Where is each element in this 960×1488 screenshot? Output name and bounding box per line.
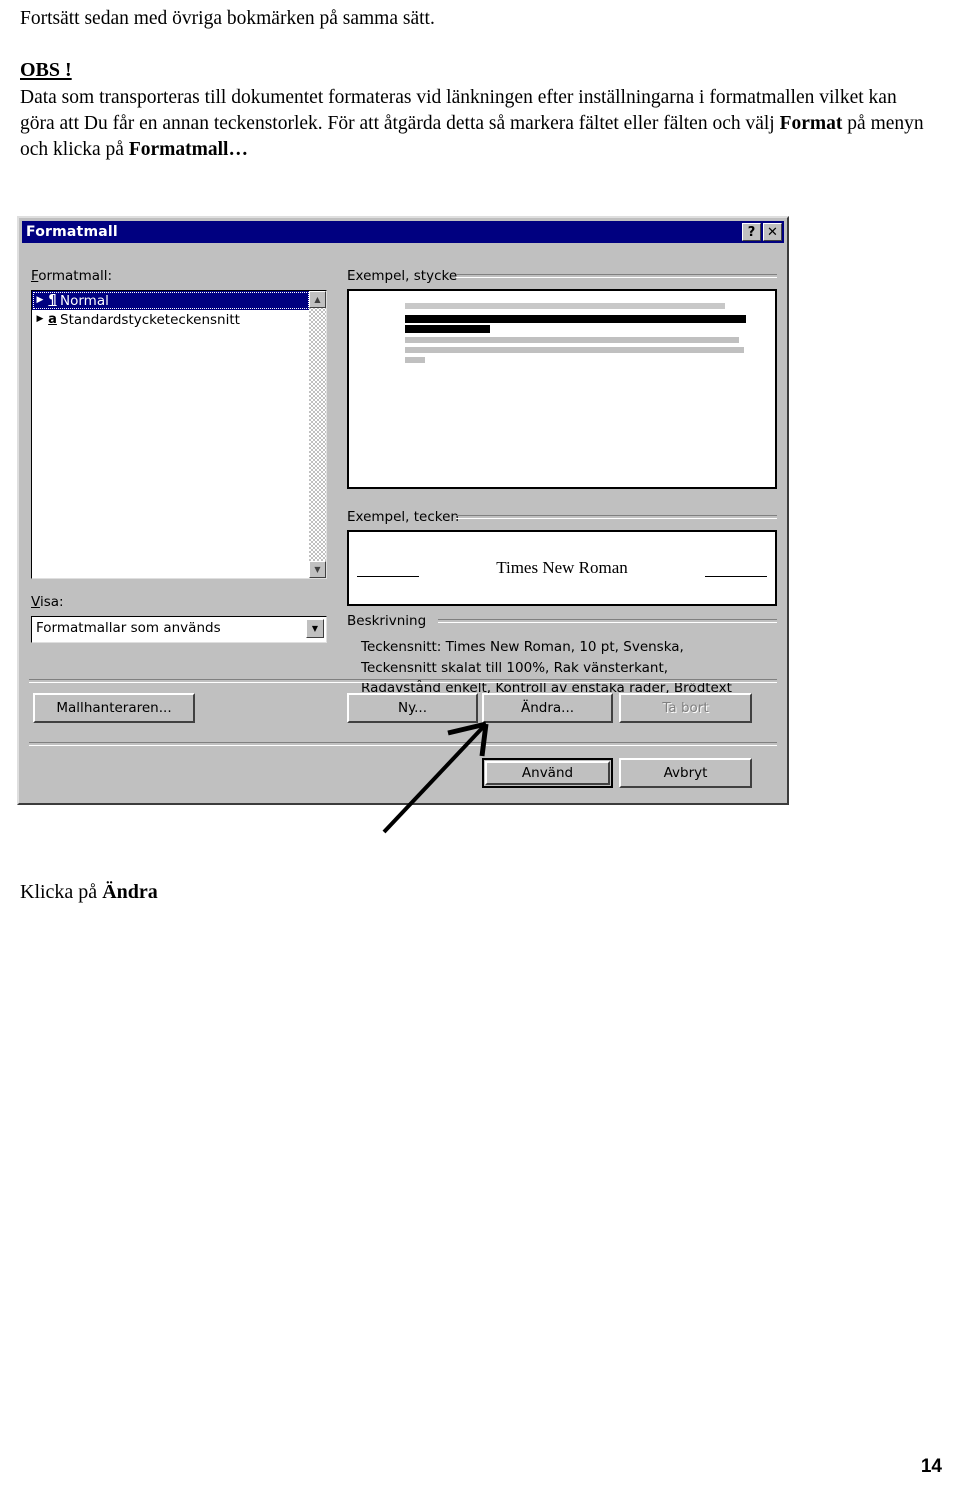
caption-prefix: Klicka på bbox=[20, 881, 103, 903]
section-divider bbox=[29, 742, 777, 746]
delete-style-button: Ta bort bbox=[619, 693, 752, 723]
apply-button-label: Använd bbox=[521, 765, 574, 781]
scroll-up-icon[interactable]: ▲ bbox=[309, 291, 326, 308]
description-text: Teckensnitt: Times New Roman, 10 pt, Sve… bbox=[361, 637, 791, 699]
visa-combobox[interactable]: Formatmallar som används ▼ bbox=[31, 616, 327, 643]
caption-bold: Ändra bbox=[102, 881, 158, 903]
section-divider bbox=[29, 679, 777, 683]
sample-rule-right bbox=[705, 576, 767, 577]
list-item[interactable]: ▶ a Standardstycketeckensnitt bbox=[32, 310, 326, 329]
pilcrow-icon: ¶ bbox=[48, 293, 57, 308]
dialog-titlebar: Formatmall ? ✕ bbox=[22, 221, 784, 243]
help-icon[interactable]: ? bbox=[742, 223, 761, 241]
dialog-title: Formatmall bbox=[26, 224, 118, 240]
greeked-text-line bbox=[405, 337, 739, 343]
paragraph-preview-label: Exempel, stycke bbox=[347, 268, 458, 284]
modify-style-button-label: Ändra... bbox=[520, 700, 575, 716]
greeked-text-line bbox=[405, 325, 490, 333]
group-divider bbox=[438, 619, 777, 623]
description-label: Beskrivning bbox=[347, 613, 427, 629]
obs-paragraph: Data som transporteras till dokumentet f… bbox=[20, 85, 928, 163]
character-sample-text: Times New Roman bbox=[496, 558, 628, 577]
chevron-down-icon[interactable]: ▼ bbox=[306, 619, 324, 638]
description-line: Teckensnitt skalat till 100%, Rak vänste… bbox=[361, 659, 669, 676]
new-style-button-label: Ny... bbox=[397, 700, 428, 716]
greeked-text-line bbox=[405, 315, 746, 323]
organizer-button[interactable]: Mallhanteraren... bbox=[33, 693, 195, 723]
scroll-down-icon[interactable]: ▼ bbox=[309, 561, 326, 578]
new-style-button[interactable]: Ny... bbox=[347, 693, 478, 723]
description-line: Teckensnitt: Times New Roman, 10 pt, Sve… bbox=[361, 639, 684, 655]
character-preview: Times New Roman bbox=[347, 530, 777, 606]
expand-triangle-icon: ▶ bbox=[36, 295, 44, 305]
visa-combobox-value: Formatmallar som används bbox=[36, 620, 221, 636]
list-item-label: Normal bbox=[60, 292, 109, 309]
cancel-button-label: Avbryt bbox=[663, 765, 708, 781]
greeked-text-line bbox=[405, 303, 725, 309]
character-style-icon: a bbox=[48, 312, 57, 327]
modify-style-button[interactable]: Ändra... bbox=[482, 693, 613, 723]
formatmall-dialog: Formatmall ? ✕ Formatmall: ▶ ¶ Normal ▶ … bbox=[17, 216, 789, 805]
style-listbox[interactable]: ▶ ¶ Normal ▶ a Standardstycketeckensnitt… bbox=[31, 290, 327, 579]
group-divider bbox=[456, 515, 777, 519]
greeked-text-line bbox=[405, 357, 425, 363]
cancel-button[interactable]: Avbryt bbox=[619, 758, 752, 788]
obs-text-part-1: Data som transporteras till dokumentet f… bbox=[20, 87, 897, 134]
paragraph-preview bbox=[347, 289, 777, 489]
page-number: 14 bbox=[920, 1456, 942, 1477]
intro-paragraph: Fortsätt sedan med övriga bokmärken på s… bbox=[20, 8, 435, 29]
style-list-scrollbar[interactable]: ▲ ▼ bbox=[309, 291, 326, 578]
list-item-label: Standardstycketeckensnitt bbox=[60, 311, 240, 328]
greeked-text-line bbox=[405, 347, 744, 353]
obs-bold-format: Format bbox=[779, 113, 843, 134]
list-item[interactable]: ▶ ¶ Normal bbox=[32, 291, 310, 310]
delete-style-button-label: Ta bort bbox=[662, 700, 709, 716]
organizer-button-label: Mallhanteraren... bbox=[56, 700, 172, 716]
character-preview-label: Exempel, tecken bbox=[347, 509, 459, 525]
caption-paragraph: Klicka på Ändra bbox=[20, 880, 158, 905]
style-list-label: Formatmall: bbox=[31, 268, 113, 284]
expand-triangle-icon: ▶ bbox=[36, 314, 44, 324]
obs-bold-formatmall: Formatmall… bbox=[128, 139, 248, 160]
group-divider bbox=[456, 274, 777, 278]
close-icon[interactable]: ✕ bbox=[763, 223, 782, 241]
obs-heading: OBS ! bbox=[20, 59, 72, 81]
visa-label: Visa: bbox=[31, 594, 64, 610]
apply-button[interactable]: Använd bbox=[482, 758, 613, 788]
